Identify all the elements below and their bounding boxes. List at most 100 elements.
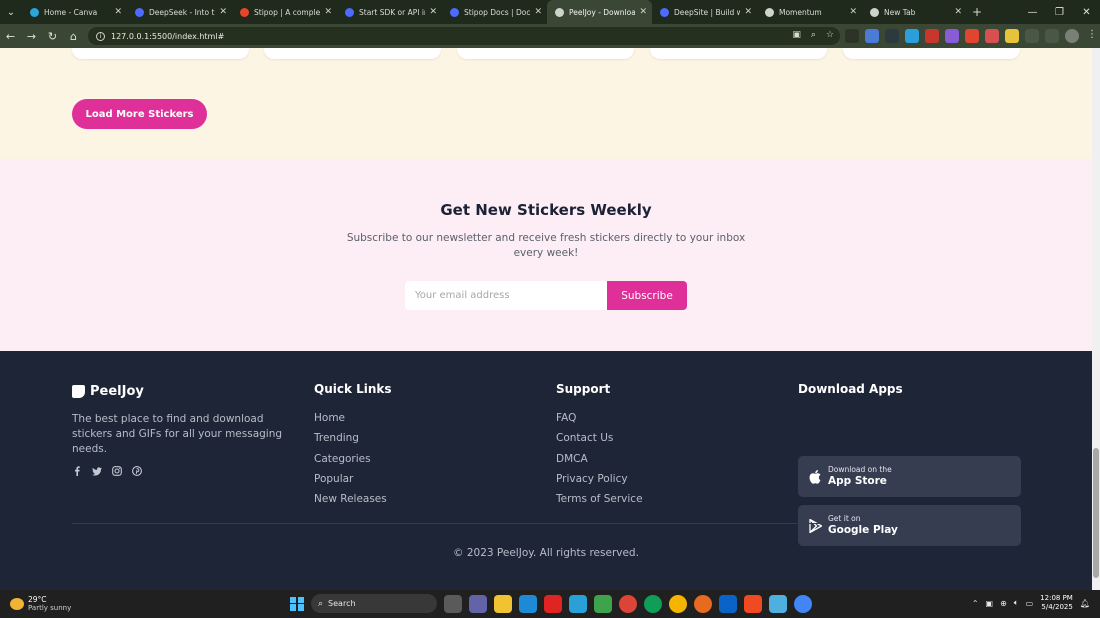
footer-link-privacy-policy[interactable]: Privacy Policy bbox=[556, 469, 643, 489]
tab-momentum[interactable]: Momentum ✕ bbox=[757, 0, 862, 24]
extension-red-icon[interactable] bbox=[965, 29, 979, 43]
tab-close-icon[interactable]: ✕ bbox=[849, 7, 857, 17]
tab-title: Stipop Docs | Documentation bbox=[464, 7, 531, 17]
tab-title: Stipop | A complete sticker bbox=[254, 7, 321, 17]
footer-link-faq[interactable]: FAQ bbox=[556, 408, 643, 428]
app-store-button[interactable]: Download on the App Store bbox=[798, 456, 1021, 497]
taskbar-clock[interactable]: 12:08 PM 5/4/2025 bbox=[1040, 594, 1073, 612]
tab-close-icon[interactable]: ✕ bbox=[534, 7, 542, 17]
tab-close-icon[interactable]: ✕ bbox=[954, 7, 962, 17]
task-view-icon[interactable] bbox=[444, 594, 462, 613]
tab-close-icon[interactable]: ✕ bbox=[429, 7, 437, 17]
forward-arrow-icon[interactable]: → bbox=[21, 30, 42, 43]
zoom-icon[interactable]: ⌕ bbox=[811, 30, 816, 40]
profile-avatar-icon[interactable] bbox=[1065, 29, 1079, 43]
footer-link-popular[interactable]: Popular bbox=[314, 469, 387, 489]
page-scrollbar[interactable] bbox=[1092, 48, 1100, 590]
tab-stipop-docs[interactable]: Stipop Docs | Documentation ✕ bbox=[442, 0, 547, 24]
extension-maple-icon[interactable] bbox=[925, 29, 939, 43]
weather-widget[interactable]: 29°C Partly sunny bbox=[10, 595, 71, 613]
notification-bell-icon[interactable]: 🔔︎ bbox=[1080, 599, 1090, 608]
reload-icon[interactable]: ↻ bbox=[42, 30, 63, 43]
instagram-icon[interactable] bbox=[112, 466, 122, 476]
taskbar-search[interactable]: ⌕ Search bbox=[311, 594, 437, 613]
sticker-card[interactable] bbox=[650, 48, 827, 59]
pinterest-icon[interactable] bbox=[132, 466, 142, 476]
address-bar[interactable]: i 127.0.0.1:5500/index.html# ▣ ⌕ ☆ bbox=[88, 27, 840, 45]
minimize-icon[interactable]: — bbox=[1019, 7, 1046, 18]
footer-brand[interactable]: PeelJoy bbox=[72, 384, 144, 399]
chrome-active-icon[interactable] bbox=[794, 594, 812, 613]
footer-link-new-releases[interactable]: New Releases bbox=[314, 489, 387, 509]
tab-deepseek[interactable]: DeepSeek - Into the Unknown ✕ bbox=[127, 0, 232, 24]
extension-react-icon[interactable] bbox=[885, 29, 899, 43]
close-window-icon[interactable]: ✕ bbox=[1073, 7, 1100, 18]
site-info-icon[interactable]: i bbox=[96, 31, 105, 41]
tab-stipop[interactable]: Stipop | A complete sticker ✕ bbox=[232, 0, 337, 24]
tab-stipop-sdk[interactable]: Start SDK or API integration ✕ bbox=[337, 0, 442, 24]
battery-icon[interactable]: ▭ bbox=[1026, 599, 1034, 608]
facebook-icon[interactable] bbox=[72, 466, 82, 476]
back-arrow-icon[interactable]: ← bbox=[0, 30, 21, 43]
tray-app-icon[interactable]: ▣ bbox=[986, 599, 994, 608]
twitter-icon[interactable] bbox=[92, 466, 102, 476]
tab-close-icon[interactable]: ✕ bbox=[639, 7, 647, 17]
tab-close-icon[interactable]: ✕ bbox=[114, 7, 122, 17]
subscribe-button[interactable]: Subscribe bbox=[607, 281, 687, 310]
scrollbar-thumb[interactable] bbox=[1093, 448, 1099, 578]
tab-canva[interactable]: Home - Canva ✕ bbox=[22, 0, 127, 24]
load-more-stickers-button[interactable]: Load More Stickers bbox=[72, 99, 207, 129]
chrome-icon[interactable] bbox=[669, 594, 687, 613]
bookmark-star-icon[interactable]: ☆ bbox=[826, 30, 834, 40]
footer-link-contact-us[interactable]: Contact Us bbox=[556, 428, 643, 448]
google-play-button[interactable]: Get it on Google Play bbox=[798, 505, 1021, 546]
youtube-icon[interactable] bbox=[544, 594, 562, 613]
extension-purple-icon[interactable] bbox=[945, 29, 959, 43]
footer-link-categories[interactable]: Categories bbox=[314, 449, 387, 469]
app-icon[interactable] bbox=[594, 594, 612, 613]
tab-new-tab[interactable]: New Tab ✕ bbox=[862, 0, 967, 24]
network-icon[interactable]: ⊕ bbox=[1000, 599, 1007, 608]
outlook-icon[interactable] bbox=[719, 594, 737, 613]
file-explorer-icon[interactable] bbox=[494, 594, 512, 613]
sticker-card[interactable] bbox=[457, 48, 634, 59]
sticker-card[interactable] bbox=[843, 48, 1020, 59]
extension-yellow-icon[interactable] bbox=[1005, 29, 1019, 43]
tab-deepsite[interactable]: DeepSite | Build with AI ✕ bbox=[652, 0, 757, 24]
footer-link-terms-of-service[interactable]: Terms of Service bbox=[556, 489, 643, 509]
sticker-card[interactable] bbox=[264, 48, 441, 59]
chrome-icon[interactable] bbox=[644, 594, 662, 613]
tab-close-icon[interactable]: ✕ bbox=[219, 7, 227, 17]
telegram-icon[interactable] bbox=[569, 594, 587, 613]
volume-icon[interactable]: 🔈︎ bbox=[1014, 598, 1019, 608]
newsletter-email-input[interactable] bbox=[405, 281, 607, 310]
maximize-icon[interactable]: ❐ bbox=[1046, 7, 1073, 18]
teams-icon[interactable] bbox=[469, 594, 487, 613]
sticker-card[interactable] bbox=[72, 48, 249, 59]
tab-search-chevron-icon[interactable]: ⌄ bbox=[0, 0, 22, 24]
sidebar-icon[interactable] bbox=[1045, 29, 1059, 43]
browser-menu-icon[interactable]: ⋮ bbox=[1085, 29, 1099, 43]
windows-start-icon[interactable] bbox=[290, 596, 304, 611]
extension-translate-icon[interactable] bbox=[865, 29, 879, 43]
notepad-icon[interactable] bbox=[769, 594, 787, 613]
footer-link-dmca[interactable]: DMCA bbox=[556, 449, 643, 469]
brave-icon[interactable] bbox=[744, 594, 762, 613]
footer-link-home[interactable]: Home bbox=[314, 408, 387, 428]
tray-chevron-icon[interactable]: ⌃ bbox=[972, 599, 979, 608]
footer-link-trending[interactable]: Trending bbox=[314, 428, 387, 448]
extension-telegram-icon[interactable] bbox=[905, 29, 919, 43]
extension-shield-icon[interactable] bbox=[845, 29, 859, 43]
tab-peeljoy[interactable]: PeelJoy - Download Free ✕ bbox=[547, 0, 652, 24]
firefox-icon[interactable] bbox=[694, 594, 712, 613]
new-tab-plus-icon[interactable]: + bbox=[967, 5, 987, 19]
tab-close-icon[interactable]: ✕ bbox=[324, 7, 332, 17]
chrome-icon[interactable] bbox=[619, 594, 637, 613]
extensions-puzzle-icon[interactable] bbox=[1025, 29, 1039, 43]
extension-notify-icon[interactable] bbox=[985, 29, 999, 43]
home-icon[interactable]: ⌂ bbox=[63, 30, 84, 43]
browser-toolbar: ← → ↻ ⌂ i 127.0.0.1:5500/index.html# ▣ ⌕… bbox=[0, 24, 1100, 48]
tab-close-icon[interactable]: ✕ bbox=[744, 7, 752, 17]
cast-icon[interactable]: ▣ bbox=[792, 30, 801, 40]
vscode-icon[interactable] bbox=[519, 594, 537, 613]
